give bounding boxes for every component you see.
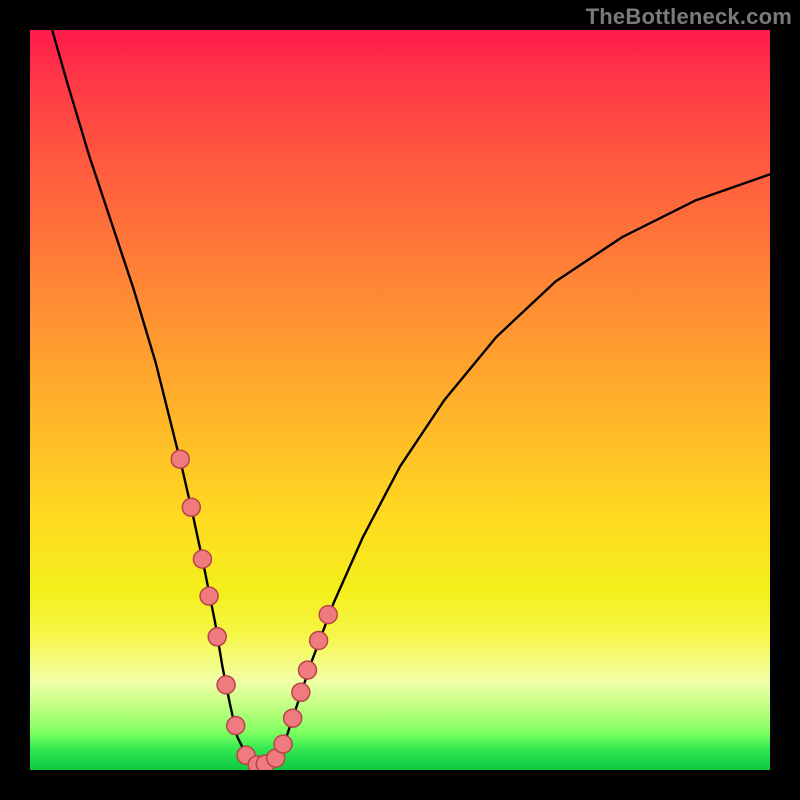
highlight-dot (284, 709, 302, 727)
highlight-dot (299, 661, 317, 679)
highlight-markers (171, 450, 337, 770)
bottleneck-curve (52, 30, 770, 766)
chart-svg (30, 30, 770, 770)
highlight-dot (274, 735, 292, 753)
highlight-dot (193, 550, 211, 568)
highlight-dot (319, 606, 337, 624)
highlight-dot (227, 717, 245, 735)
highlight-dot (200, 587, 218, 605)
chart-frame: TheBottleneck.com (0, 0, 800, 800)
highlight-dot (217, 676, 235, 694)
highlight-dot (292, 683, 310, 701)
highlight-dot (182, 498, 200, 516)
watermark-text: TheBottleneck.com (586, 4, 792, 30)
highlight-dot (310, 632, 328, 650)
plot-area (30, 30, 770, 770)
highlight-dot (171, 450, 189, 468)
highlight-dot (208, 628, 226, 646)
